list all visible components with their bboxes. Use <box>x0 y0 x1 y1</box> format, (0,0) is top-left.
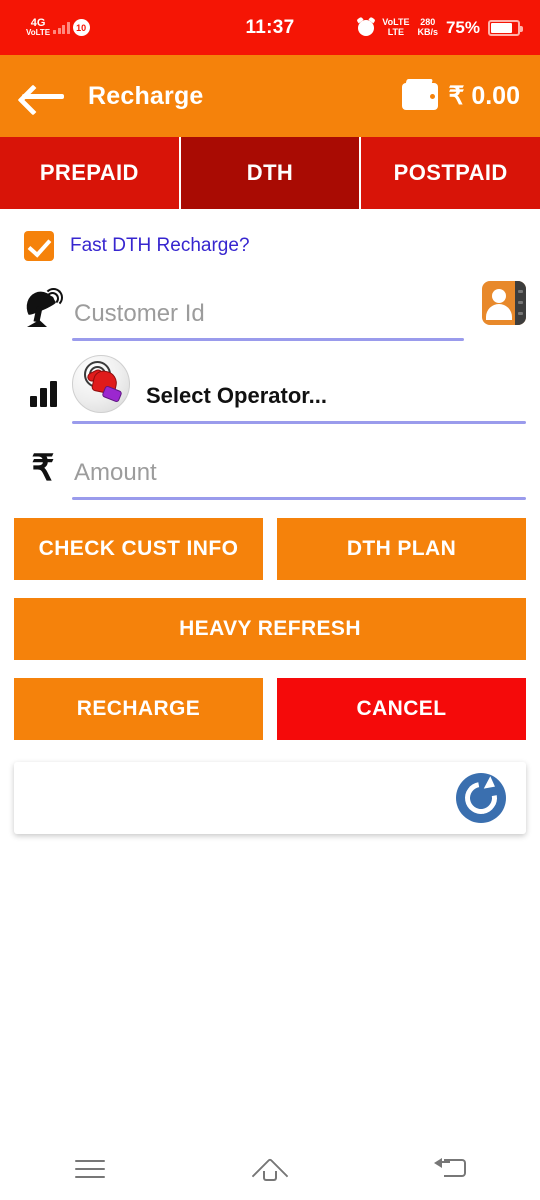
select-operator-row[interactable]: Select Operator... <box>14 341 526 421</box>
fast-dth-recharge-row[interactable]: Fast DTH Recharge? <box>14 209 526 275</box>
heavy-refresh-button[interactable]: HEAVY REFRESH <box>14 598 526 660</box>
system-navigation-bar <box>0 1138 540 1200</box>
info-buttons-row: CHECK CUST INFO DTH PLAN <box>14 518 526 580</box>
alarm-clock-icon <box>358 19 375 36</box>
customer-id-row <box>14 275 526 341</box>
data-speed-unit: KB/s <box>417 26 438 37</box>
app-header: Recharge ₹ 0.00 <box>0 55 540 137</box>
tab-postpaid[interactable]: POSTPAID <box>361 137 540 209</box>
amount-input[interactable] <box>72 455 526 497</box>
amount-underline <box>72 497 526 500</box>
battery-percent-label: 75% <box>445 17 480 37</box>
fast-dth-recharge-checkbox[interactable] <box>24 231 54 261</box>
satellite-dish-icon <box>14 286 72 341</box>
dth-plan-button[interactable]: DTH PLAN <box>277 518 526 580</box>
cancel-button[interactable]: CANCEL <box>277 678 526 740</box>
app-root: 4G VoLTE 10 11:37 VoLTE LTE 280 KB/s 75%… <box>0 0 540 1200</box>
refresh-circle-icon[interactable] <box>456 773 506 823</box>
fast-dth-recharge-label: Fast DTH Recharge? <box>70 235 250 256</box>
tab-dth[interactable]: DTH <box>180 137 362 209</box>
submit-buttons-row: RECHARGE CANCEL <box>14 678 526 740</box>
status-bar: 4G VoLTE 10 11:37 VoLTE LTE 280 KB/s 75% <box>0 0 540 55</box>
volte-indicator: VoLTE LTE <box>382 17 409 37</box>
battery-icon <box>488 19 523 36</box>
amount-row: ₹ <box>14 424 526 500</box>
heavy-refresh-row: HEAVY REFRESH <box>14 598 526 660</box>
recharge-button[interactable]: RECHARGE <box>14 678 263 740</box>
tab-prepaid[interactable]: PREPAID <box>0 137 181 209</box>
recharge-type-tabs: PREPAID DTH POSTPAID <box>0 137 540 209</box>
customer-id-input[interactable] <box>72 296 464 338</box>
page-title: Recharge <box>88 81 204 110</box>
wallet-icon <box>402 82 439 110</box>
signal-bars-icon <box>14 381 72 421</box>
wallet-balance-group[interactable]: ₹ 0.00 <box>402 81 520 111</box>
refresh-card <box>14 762 526 834</box>
select-operator-label[interactable]: Select Operator... <box>130 383 526 421</box>
back-arrow-icon[interactable] <box>20 81 66 111</box>
form-content: Fast DTH Recharge? Customer Id Select Op… <box>0 209 540 834</box>
status-bar-right: VoLTE LTE 280 KB/s 75% <box>358 17 523 38</box>
back-icon[interactable] <box>415 1148 485 1190</box>
volte-line-2: LTE <box>387 26 405 37</box>
customer-id-underline <box>72 338 464 341</box>
data-speed-indicator: 280 KB/s <box>417 17 438 37</box>
check-cust-info-button[interactable]: CHECK CUST INFO <box>14 518 263 580</box>
wallet-balance-label: ₹ 0.00 <box>448 82 520 110</box>
rupee-symbol-icon: ₹ <box>31 447 55 488</box>
menu-icon[interactable] <box>55 1148 125 1190</box>
tap-hand-icon <box>72 355 130 413</box>
home-icon[interactable] <box>235 1148 305 1195</box>
contacts-book-icon[interactable] <box>482 281 526 325</box>
